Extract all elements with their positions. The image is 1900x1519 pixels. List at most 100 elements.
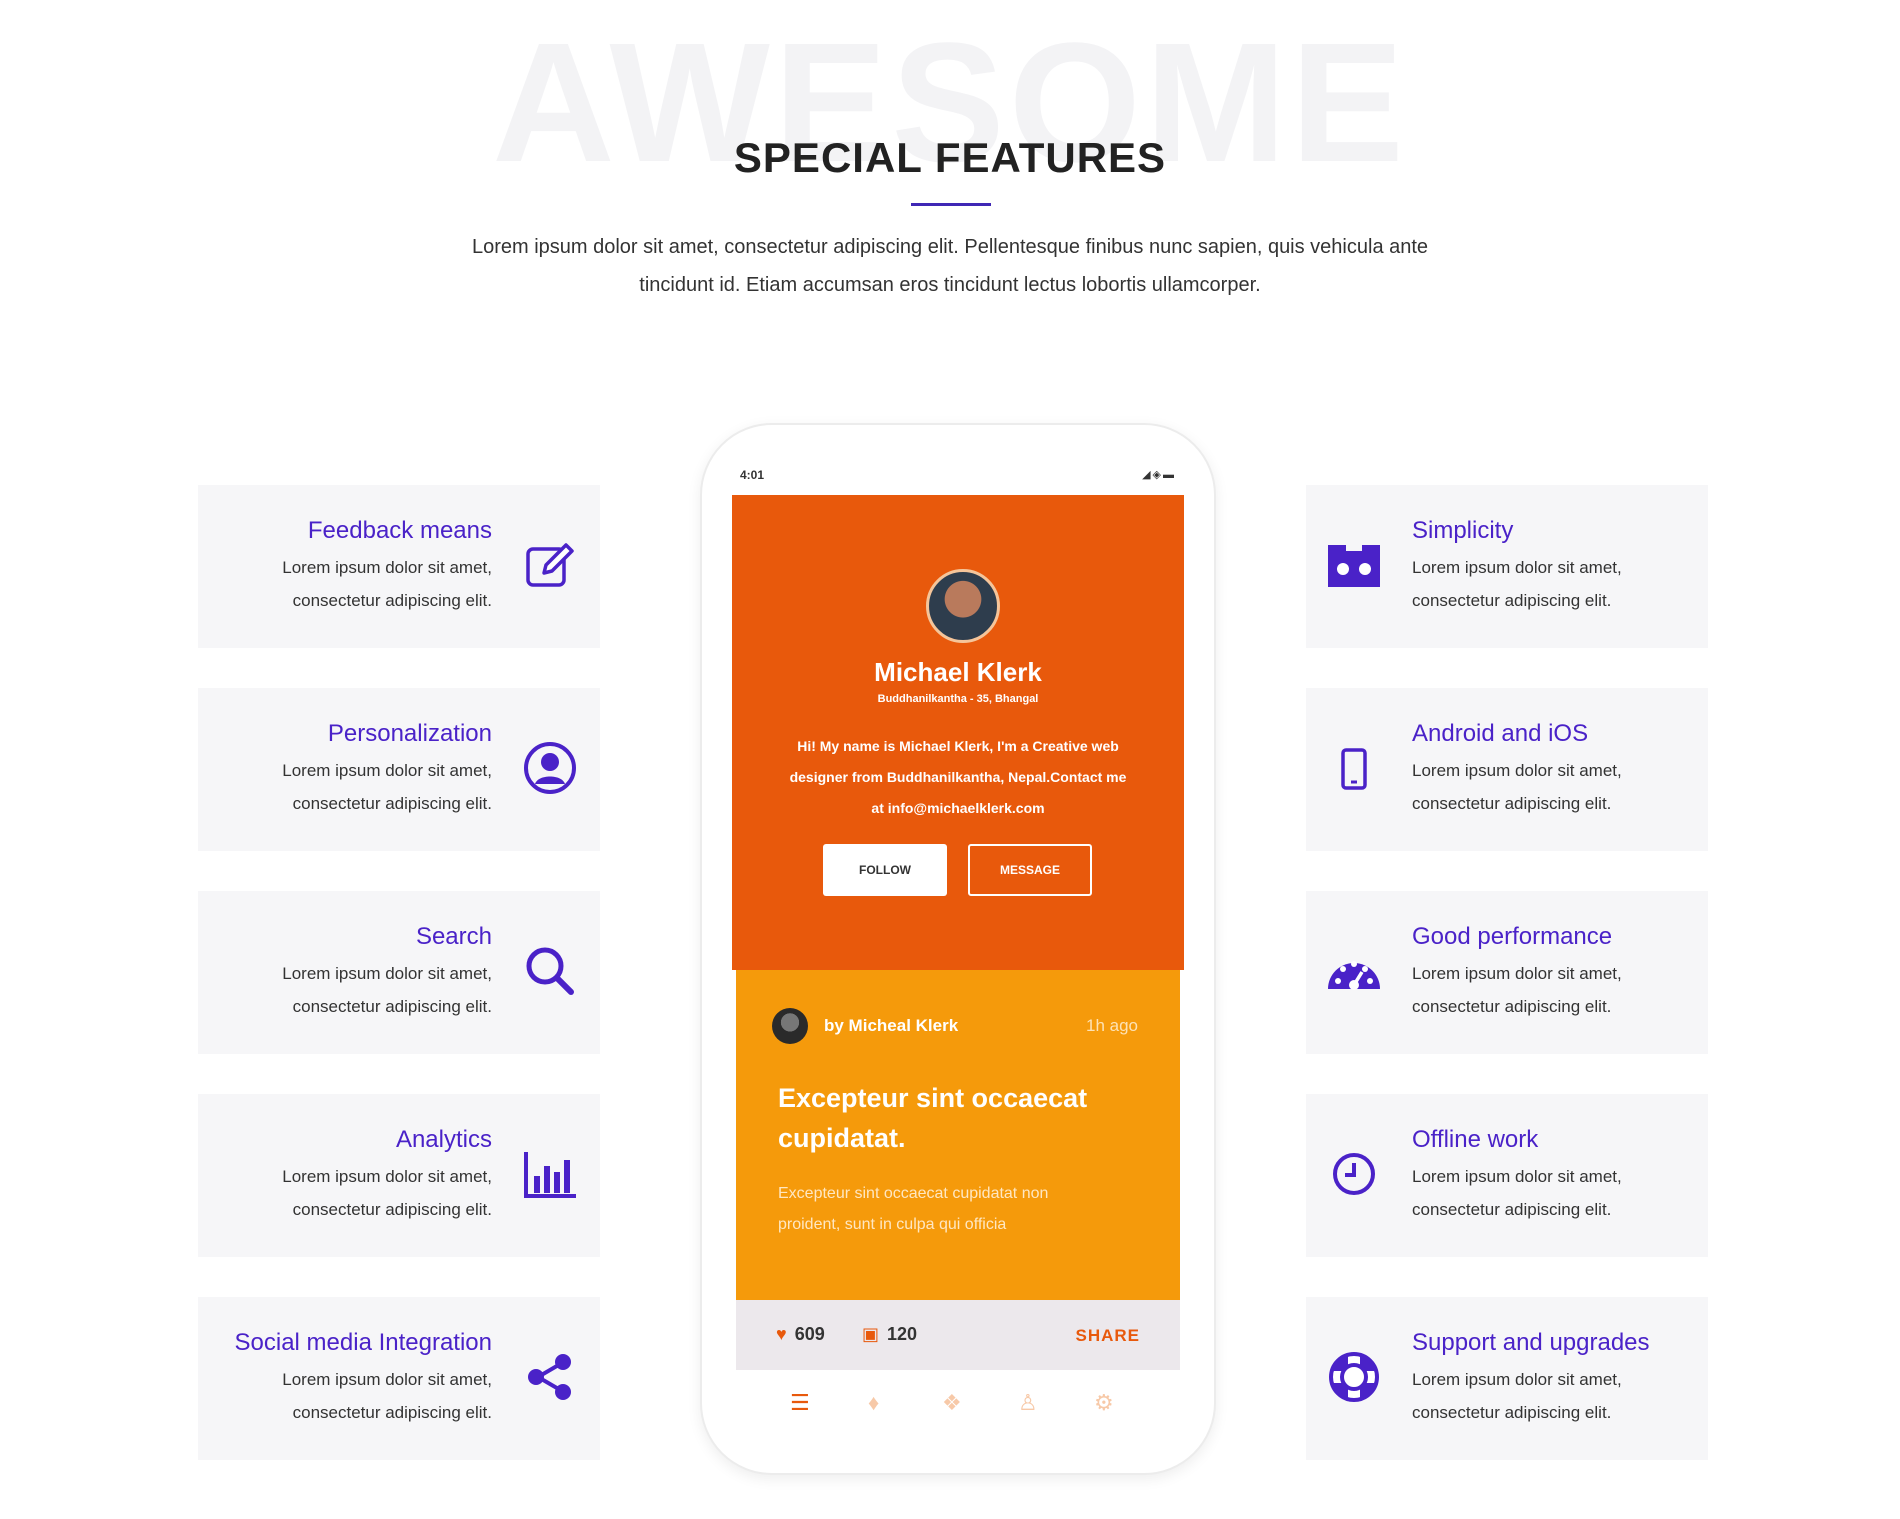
post-text-line-2: proident, sunt in culpa qui officia xyxy=(778,1216,1007,1233)
feed-tab-icon[interactable]: ☰ xyxy=(790,1390,810,1416)
feature-desc-line-1: Lorem ipsum dolor sit amet, xyxy=(1412,558,1622,577)
feature-title: Good performance xyxy=(1412,923,1613,950)
feature-desc-line-2: consectetur adipiscing elit. xyxy=(1412,1403,1612,1422)
feature-desc-line-2: consectetur adipiscing elit. xyxy=(292,1403,492,1422)
feature-card-social: Social media Integration Lorem ipsum dol… xyxy=(198,1297,600,1460)
cassette-icon xyxy=(1326,537,1382,593)
feature-desc-line-1: Lorem ipsum dolor sit amet, xyxy=(1412,964,1622,983)
post-text: Excepteur sint occaecat cupidatat non pr… xyxy=(778,1178,1148,1240)
title-underline xyxy=(911,203,991,206)
post-time: 1h ago xyxy=(1086,1016,1138,1035)
feature-desc-line-2: consectetur adipiscing elit. xyxy=(292,591,492,610)
feature-description: Lorem ipsum dolor sit amet, consectetur … xyxy=(1412,551,1682,617)
profile-location: Buddhanilkantha - 35, Bhangal xyxy=(877,693,1039,705)
bio-line-3: at info@michaelklerk.com xyxy=(871,800,1045,816)
post-author[interactable]: by Micheal Klerk xyxy=(824,1016,958,1036)
feature-card-feedback: Feedback means Lorem ipsum dolor sit ame… xyxy=(198,485,600,648)
feature-card-support: Support and upgrades Lorem ipsum dolor s… xyxy=(1306,1297,1708,1460)
bio-line-2: designer from Buddhanilkantha, Nepal.Con… xyxy=(789,769,1127,785)
feature-desc-line-1: Lorem ipsum dolor sit amet, xyxy=(1412,761,1622,780)
user-circle-icon xyxy=(522,740,578,796)
feature-title: Simplicity xyxy=(1412,517,1514,544)
bio-line-1: Hi! My name is Michael Klerk, I'm a Crea… xyxy=(797,738,1119,754)
feature-title: Search xyxy=(415,923,492,950)
feature-desc-line-1: Lorem ipsum dolor sit amet, xyxy=(282,761,492,780)
feature-card-performance: Good performance Lorem ipsum dolor sit a… xyxy=(1306,891,1708,1054)
feature-desc-line-1: Lorem ipsum dolor sit amet, xyxy=(282,1370,492,1389)
post-author-avatar xyxy=(772,1008,808,1044)
phone-mockup: 4:01 ◢◈▬ Michael Klerk Buddhanilkantha -… xyxy=(700,423,1216,1475)
feature-title: Analytics xyxy=(395,1126,492,1153)
bar-chart-icon xyxy=(522,1146,578,1202)
bottom-tab-bar: ☰ ♦ ❖ ♙ ⚙ xyxy=(736,1370,1180,1430)
feature-card-search: Search Lorem ipsum dolor sit amet, conse… xyxy=(198,891,600,1054)
wifi-icon: ◈ xyxy=(1152,469,1163,481)
user-tab-icon[interactable]: ♙ xyxy=(1018,1390,1038,1416)
lifebuoy-icon xyxy=(1326,1349,1382,1405)
heart-icon: ♥ xyxy=(776,1324,787,1344)
feature-desc-line-2: consectetur adipiscing elit. xyxy=(292,1200,492,1219)
feature-title: Offline work xyxy=(1412,1126,1539,1153)
settings-tab-icon[interactable]: ⚙ xyxy=(1094,1390,1114,1416)
like-count: 609 xyxy=(794,1324,825,1344)
follow-button[interactable]: FOLLOW xyxy=(823,844,947,896)
feature-title: Support and upgrades xyxy=(1412,1329,1650,1356)
intro-line-2: tincidunt id. Etiam accumsan eros tincid… xyxy=(639,274,1261,296)
feature-desc-line-1: Lorem ipsum dolor sit amet, xyxy=(282,1167,492,1186)
post-text-line-1: Excepteur sint occaecat cupidatat non xyxy=(778,1185,1049,1202)
share-icon xyxy=(522,1349,578,1405)
feature-card-offline: Offline work Lorem ipsum dolor sit amet,… xyxy=(1306,1094,1708,1257)
bell-tab-icon[interactable]: ♦ xyxy=(868,1390,879,1416)
feature-desc-line-2: consectetur adipiscing elit. xyxy=(1412,794,1612,813)
feature-desc-line-2: consectetur adipiscing elit. xyxy=(292,794,492,813)
feature-desc-line-2: consectetur adipiscing elit. xyxy=(1412,591,1612,610)
feature-title: Feedback means xyxy=(307,517,492,544)
feature-desc-line-2: consectetur adipiscing elit. xyxy=(1412,997,1612,1016)
section-title: SPECIAL FEATURES xyxy=(733,134,1167,181)
feature-title: Social media Integration xyxy=(234,1329,492,1356)
edit-icon xyxy=(522,537,578,593)
feature-card-personalization: Personalization Lorem ipsum dolor sit am… xyxy=(198,688,600,851)
battery-icon: ▬ xyxy=(1163,469,1176,481)
post-card[interactable]: by Micheal Klerk 1h ago Excepteur sint o… xyxy=(736,970,1180,1300)
comment-button[interactable]: ▣ 120 xyxy=(862,1324,917,1345)
clock-icon xyxy=(1326,1146,1382,1202)
intro-line-1: Lorem ipsum dolor sit amet, consectetur … xyxy=(471,236,1429,258)
feature-card-simplicity: Simplicity Lorem ipsum dolor sit amet, c… xyxy=(1306,485,1708,648)
feature-description: Lorem ipsum dolor sit amet, consectetur … xyxy=(222,957,492,1023)
status-bar-time: 4:01 xyxy=(740,468,765,482)
post-title-line-1: Excepteur sint occaecat xyxy=(778,1083,1088,1113)
feature-description: Lorem ipsum dolor sit amet, consectetur … xyxy=(1412,754,1682,820)
post-title: Excepteur sint occaecat cupidatat. xyxy=(778,1078,1148,1158)
message-button[interactable]: MESSAGE xyxy=(968,844,1092,896)
compass-tab-icon[interactable]: ❖ xyxy=(942,1390,962,1416)
feature-description: Lorem ipsum dolor sit amet, consectetur … xyxy=(222,1160,492,1226)
feature-card-android-ios: Android and iOS Lorem ipsum dolor sit am… xyxy=(1306,688,1708,851)
profile-header: Michael Klerk Buddhanilkantha - 35, Bhan… xyxy=(732,495,1184,970)
comment-count: 120 xyxy=(887,1324,918,1344)
feature-desc-line-2: consectetur adipiscing elit. xyxy=(1412,1200,1612,1219)
search-icon xyxy=(522,943,578,999)
section-intro: Lorem ipsum dolor sit amet, consectetur … xyxy=(420,228,1480,304)
feature-description: Lorem ipsum dolor sit amet, consectetur … xyxy=(1412,1363,1682,1429)
like-button[interactable]: ♥ 609 xyxy=(776,1324,825,1345)
post-stats-bar: ♥ 609 ▣ 120 SHARE xyxy=(736,1300,1180,1370)
profile-bio: Hi! My name is Michael Klerk, I'm a Crea… xyxy=(750,731,1166,824)
feature-description: Lorem ipsum dolor sit amet, consectetur … xyxy=(222,551,492,617)
feature-desc-line-1: Lorem ipsum dolor sit amet, xyxy=(282,558,492,577)
profile-name: Michael Klerk xyxy=(874,657,1042,687)
feature-description: Lorem ipsum dolor sit amet, consectetur … xyxy=(1412,957,1682,1023)
feature-title: Personalization xyxy=(327,720,492,747)
feature-description: Lorem ipsum dolor sit amet, consectetur … xyxy=(1412,1160,1682,1226)
feature-desc-line-1: Lorem ipsum dolor sit amet, xyxy=(1412,1167,1622,1186)
comment-icon: ▣ xyxy=(862,1324,880,1344)
feature-desc-line-1: Lorem ipsum dolor sit amet, xyxy=(1412,1370,1622,1389)
feature-card-analytics: Analytics Lorem ipsum dolor sit amet, co… xyxy=(198,1094,600,1257)
profile-avatar xyxy=(926,569,1000,643)
status-bar-icons: ◢◈▬ xyxy=(1142,468,1176,481)
post-title-line-2: cupidatat. xyxy=(778,1123,906,1153)
signal-icon: ◢ xyxy=(1142,469,1153,481)
feature-desc-line-1: Lorem ipsum dolor sit amet, xyxy=(282,964,492,983)
share-button[interactable]: SHARE xyxy=(1075,1326,1140,1346)
mobile-icon xyxy=(1326,740,1382,796)
